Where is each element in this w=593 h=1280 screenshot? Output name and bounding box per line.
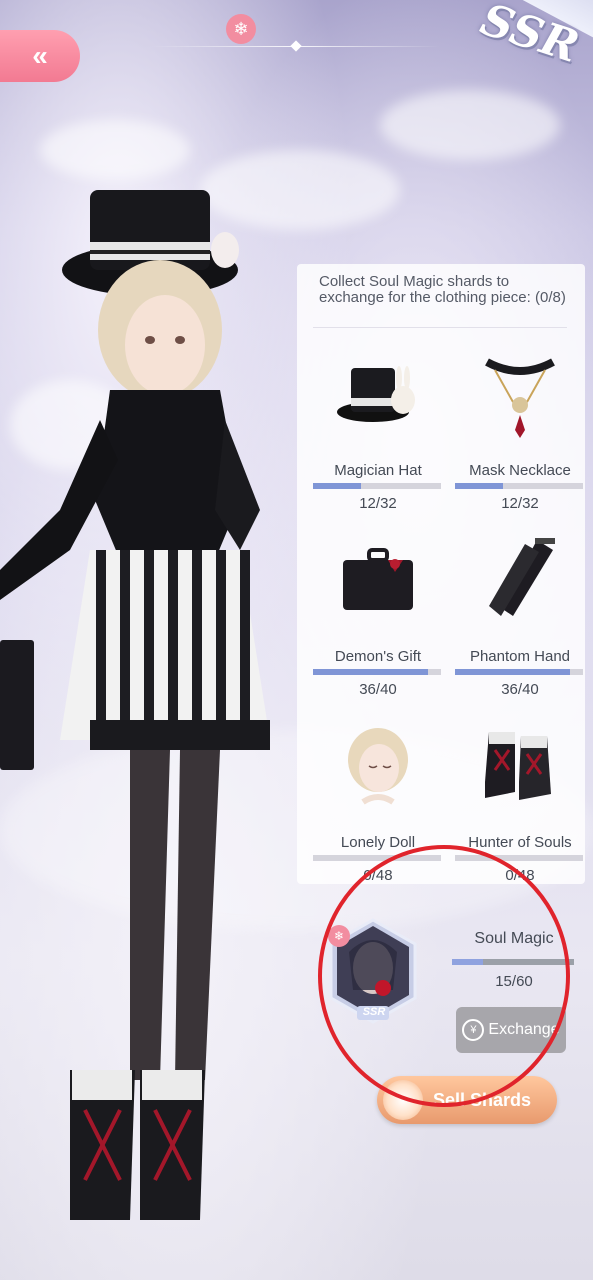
boots-icon: [485, 732, 551, 800]
item-name: Mask Necklace: [469, 462, 571, 479]
item-progress-bar: [455, 669, 583, 675]
item-progress-bar: [455, 855, 583, 861]
item-count: 36/40: [501, 681, 539, 698]
item-progress-bar: [313, 483, 441, 489]
cloud: [40, 120, 190, 180]
gloves-icon: [489, 538, 555, 616]
item-count: 36/40: [359, 681, 397, 698]
soul-magic-count: 15/60: [495, 973, 533, 990]
coin-icon: [383, 1080, 423, 1120]
item-progress-bar: [313, 669, 441, 675]
item-count: 0/48: [505, 867, 535, 884]
exchange-label: Exchange: [488, 1021, 560, 1038]
item-demons-gift[interactable]: Demon's Gift 36/40: [313, 536, 443, 698]
doll-head-icon: [348, 728, 408, 805]
item-hunter-of-souls[interactable]: Hunter of Souls 0/48: [455, 722, 585, 884]
panel-divider: [313, 327, 567, 328]
necklace-icon: [485, 358, 555, 438]
soul-magic-progress-fill: [452, 959, 483, 965]
snowflake-emblem-icon: ❄: [226, 14, 256, 44]
card-rarity-label: SSR: [362, 1006, 386, 1018]
item-phantom-hand[interactable]: Phantom Hand 36/40: [455, 536, 585, 698]
suitcase-icon: [343, 548, 413, 610]
soul-magic-name: Soul Magic: [474, 930, 554, 947]
item-progress-bar: [313, 855, 441, 861]
item-progress-fill: [313, 669, 429, 675]
character-illustration: [0, 190, 270, 1220]
panel-title: Collect Soul Magic shards to exchange fo…: [319, 273, 566, 306]
soul-magic-progress-bar: [452, 959, 574, 965]
sell-shards-button[interactable]: Sell Shards: [377, 1076, 557, 1124]
exchange-icon: ¥: [462, 1019, 485, 1041]
item-mask-necklace[interactable]: Mask Necklace 12/32: [455, 350, 585, 512]
item-progress-fill: [455, 483, 503, 489]
top-hat-icon: [337, 366, 415, 422]
rarity-corner: SSR: [363, 0, 593, 100]
collection-panel: Collect Soul Magic shards to exchange fo…: [297, 264, 585, 884]
item-progress-fill: [313, 483, 361, 489]
svg-text:❄: ❄: [334, 929, 344, 943]
item-progress-bar: [455, 483, 583, 489]
item-name: Phantom Hand: [469, 648, 571, 665]
cloud: [380, 90, 560, 160]
sell-shards-label: Sell Shards: [432, 1089, 532, 1110]
item-count: 12/32: [359, 495, 397, 512]
item-lonely-doll[interactable]: Lonely Doll 0/48: [313, 722, 443, 884]
exchange-button[interactable]: ¥ Exchange: [456, 1007, 566, 1053]
item-count: 12/32: [501, 495, 539, 512]
item-name: Hunter of Souls: [468, 834, 572, 851]
item-name: Lonely Doll: [340, 834, 416, 851]
item-name: Demon's Gift: [334, 648, 422, 665]
soul-magic-info: Soul Magic 15/60: [452, 930, 576, 990]
back-button[interactable]: «: [0, 30, 80, 82]
item-progress-fill: [455, 669, 571, 675]
item-magician-hat[interactable]: Magician Hat 12/32: [313, 350, 443, 512]
item-name: Magician Hat: [334, 462, 422, 479]
item-count: 0/48: [363, 867, 393, 884]
double-chevron-left-icon: «: [32, 40, 48, 71]
